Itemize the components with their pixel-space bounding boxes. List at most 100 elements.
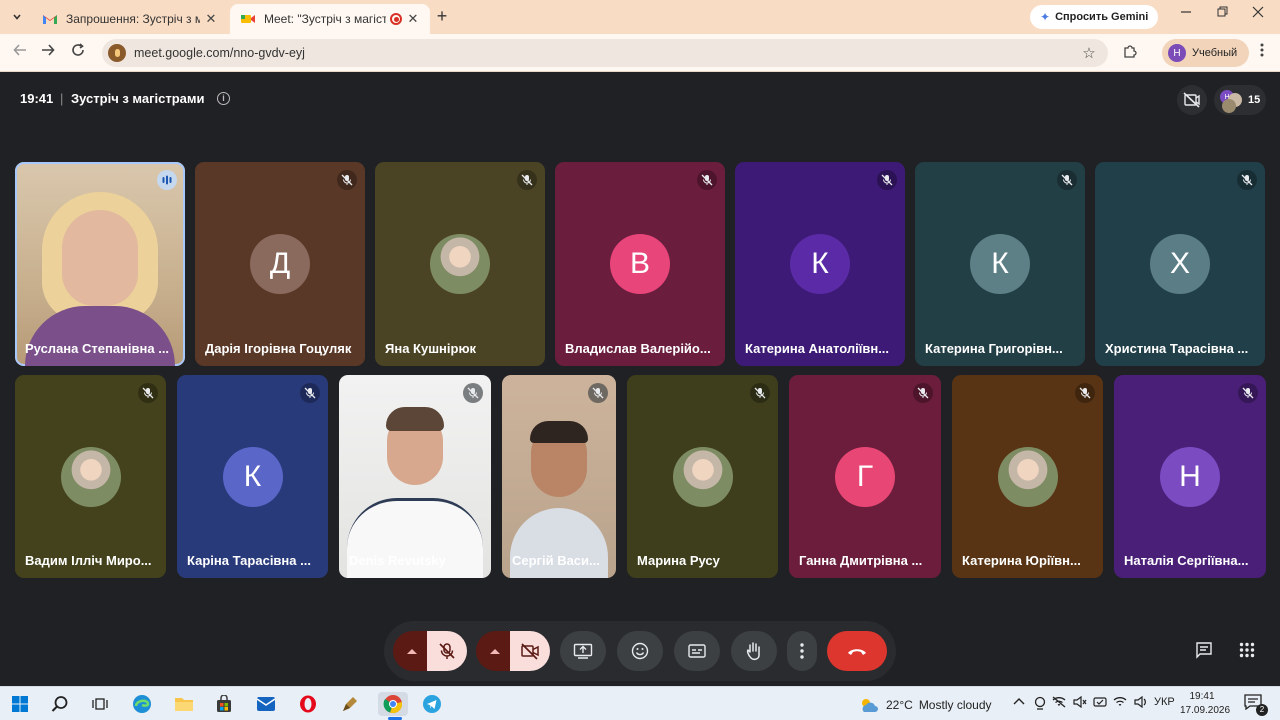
store-button[interactable] xyxy=(212,692,236,716)
hide-self-view-button[interactable] xyxy=(1177,85,1207,115)
participant-tile[interactable]: Руслана Степанівна ... xyxy=(15,162,185,366)
task-view-button[interactable] xyxy=(88,692,112,716)
wifi-off-icon xyxy=(1052,696,1066,708)
telegram-button[interactable] xyxy=(420,692,444,716)
leave-call-button[interactable] xyxy=(827,631,887,671)
participant-tile[interactable]: Сергій Васи... xyxy=(502,375,616,578)
muted-indicator xyxy=(588,383,608,403)
address-bar[interactable]: meet.google.com/nno-gvdv-eyj ☆ xyxy=(102,39,1108,67)
participant-avatar: Н xyxy=(1160,446,1220,507)
tab-meet[interactable]: Meet: "Зустріч з магістрами" ✕ xyxy=(230,4,430,34)
activities-button[interactable] xyxy=(1227,630,1267,670)
participant-tile[interactable]: Х Христина Тарасівна ... xyxy=(1095,162,1265,366)
participant-tile[interactable]: Denis Revutsky xyxy=(339,375,491,578)
extensions-button[interactable] xyxy=(1120,43,1140,63)
profile-button[interactable]: Н Учебный xyxy=(1162,39,1250,67)
weather-widget[interactable]: 22°C Mostly cloudy xyxy=(858,696,992,714)
volume-icon[interactable] xyxy=(1134,695,1148,711)
search-button[interactable] xyxy=(48,692,72,716)
tray-icon[interactable] xyxy=(1034,696,1046,713)
partly-cloudy-icon xyxy=(862,699,878,712)
app-taskbar-button[interactable] xyxy=(338,692,362,716)
tab-gmail-invitation[interactable]: Запрошення: Зустріч з магістрами ✕ xyxy=(32,4,228,34)
audio-options-button[interactable] xyxy=(393,631,431,671)
participants-button[interactable]: Н 15 xyxy=(1214,85,1266,115)
participant-avatar: К xyxy=(222,446,283,507)
participant-tile[interactable]: Яна Кушнірюк xyxy=(375,162,545,366)
bookmark-star-icon[interactable]: ☆ xyxy=(1076,44,1102,62)
chrome-menu-button[interactable] xyxy=(1254,43,1270,63)
participant-tile[interactable]: Г Ганна Дмитрівна ... xyxy=(789,375,941,578)
participant-tile[interactable]: Н Наталія Сергіївна... xyxy=(1114,375,1266,578)
back-button[interactable] xyxy=(10,43,30,63)
present-to-all-icon xyxy=(573,643,593,659)
chat-button[interactable] xyxy=(1184,630,1224,670)
muted-indicator xyxy=(1238,383,1258,403)
more-options-button[interactable] xyxy=(787,631,817,671)
mic-off-icon xyxy=(1061,174,1073,186)
participant-tile[interactable]: Д Дарія Ігорівна Гоцуляк xyxy=(195,162,365,366)
minimize-window-button[interactable] xyxy=(1172,6,1200,28)
chrome-taskbar-button[interactable] xyxy=(378,692,408,720)
participant-name: Denis Revutsky xyxy=(349,553,446,568)
captions-button[interactable] xyxy=(674,631,720,671)
profile-label: Учебный xyxy=(1192,47,1238,59)
participant-tile[interactable]: К Катерина Анатоліївн... xyxy=(735,162,905,366)
edge-taskbar-button[interactable] xyxy=(130,692,154,716)
tab-search-button[interactable] xyxy=(6,6,28,28)
show-hidden-icons-button[interactable] xyxy=(1013,696,1025,709)
ask-gemini-button[interactable]: ✦ Спросить Gemini xyxy=(1030,5,1159,29)
clock-date: 17.09.2026 xyxy=(1180,705,1231,716)
participant-avatar: Г xyxy=(835,446,895,507)
video-feed xyxy=(530,421,588,443)
mic-off-icon xyxy=(701,174,713,186)
muted-indicator xyxy=(463,383,483,403)
raise-hand-button[interactable] xyxy=(731,631,777,671)
microphone-toggle-button[interactable] xyxy=(427,631,467,671)
opera-icon xyxy=(300,695,316,713)
mic-off-icon xyxy=(467,387,479,399)
video-options-button[interactable] xyxy=(476,631,514,671)
opera-button[interactable] xyxy=(296,692,320,716)
forward-button[interactable] xyxy=(38,43,58,63)
reload-button[interactable] xyxy=(68,43,88,63)
url-text[interactable]: meet.google.com/nno-gvdv-eyj xyxy=(134,46,1076,60)
meeting-details-info-icon[interactable]: i xyxy=(217,92,230,105)
reactions-button[interactable] xyxy=(617,631,663,671)
new-tab-button[interactable]: + xyxy=(432,7,452,27)
tray-icon[interactable] xyxy=(1073,695,1087,711)
participant-tile[interactable]: К Каріна Тарасівна ... xyxy=(177,375,328,578)
participant-tile[interactable]: К Катерина Григорівн... xyxy=(915,162,1085,366)
mail-button[interactable] xyxy=(254,692,278,716)
mail-icon xyxy=(256,697,276,711)
chevron-down-icon xyxy=(13,14,21,20)
input-language-button[interactable]: УКР xyxy=(1154,696,1175,708)
file-explorer-button[interactable] xyxy=(172,692,196,716)
participant-tile[interactable]: Вадим Ілліч Миро... xyxy=(15,375,166,578)
site-info-icon[interactable] xyxy=(108,44,126,62)
participant-tile[interactable]: Марина Русу xyxy=(627,375,778,578)
close-tab-icon[interactable]: ✕ xyxy=(204,11,218,27)
network-icon[interactable] xyxy=(1113,696,1127,711)
present-screen-button[interactable] xyxy=(560,631,606,671)
mic-off-icon xyxy=(881,174,893,186)
tray-icon[interactable] xyxy=(1093,696,1107,711)
notifications-button[interactable]: 2 xyxy=(1244,694,1268,716)
system-clock[interactable]: 19:41 17.09.2026 xyxy=(1180,690,1231,718)
tray-icon[interactable] xyxy=(1052,696,1066,711)
recording-icon xyxy=(390,13,402,25)
participant-avatar xyxy=(60,446,121,507)
participant-tile[interactable]: В Владислав Валерійо... xyxy=(555,162,725,366)
edge-icon xyxy=(133,695,151,713)
muted-indicator xyxy=(138,383,158,403)
start-button[interactable] xyxy=(8,692,32,716)
muted-indicator xyxy=(877,170,897,190)
maximize-window-button[interactable] xyxy=(1208,6,1236,28)
camera-toggle-button[interactable] xyxy=(510,631,550,671)
close-window-button[interactable] xyxy=(1244,6,1272,28)
participant-tile[interactable]: Катерина Юріївн... xyxy=(952,375,1103,578)
muted-indicator xyxy=(913,383,933,403)
close-tab-icon[interactable]: ✕ xyxy=(406,11,420,27)
participant-avatar: Д xyxy=(250,234,310,294)
task-view-icon xyxy=(92,698,108,710)
